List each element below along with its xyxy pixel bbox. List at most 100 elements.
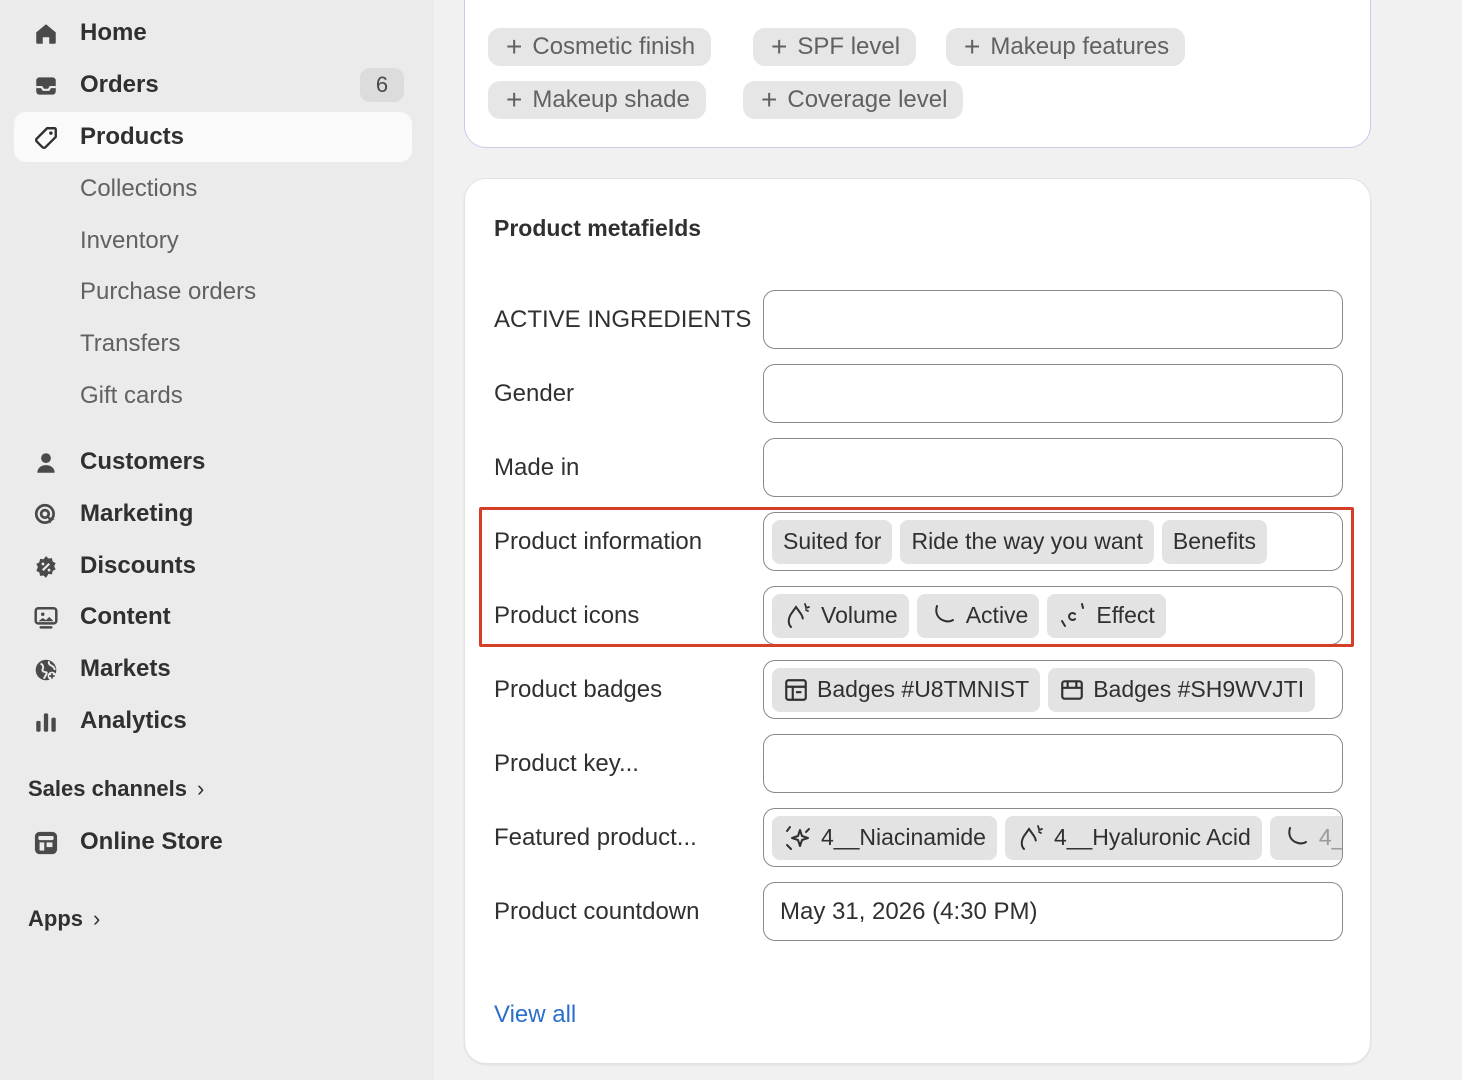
add-cosmetic-finish-chip[interactable]: + Cosmetic finish — [488, 28, 712, 66]
nav-content[interactable]: Content — [14, 592, 412, 642]
nav-customers-label: Customers — [80, 448, 206, 475]
tag-label: Volume — [821, 602, 898, 628]
tag-label: 4__ — [1318, 824, 1342, 850]
tag-label: Effect — [1096, 602, 1155, 628]
plus-icon: + — [771, 31, 788, 62]
reference-tag[interactable]: Suited for — [772, 519, 893, 564]
metafield-label: Made in — [494, 454, 580, 481]
orders-count-badge: 6 — [360, 68, 404, 102]
product-countdown-field[interactable]: May 31, 2026 (4:30 PM) — [763, 882, 1343, 941]
nav-orders-label: Orders — [80, 71, 159, 98]
reference-tag[interactable]: Effect — [1047, 593, 1166, 638]
volume-icon — [787, 602, 810, 628]
add-makeup-features-chip[interactable]: + Makeup features — [946, 28, 1186, 66]
chip-label: Cosmetic finish — [532, 33, 696, 60]
add-makeup-shade-chip[interactable]: + Makeup shade — [488, 81, 706, 119]
tag-label: Badges #U8TMNIST — [817, 676, 1030, 702]
metafield-label: Product badges — [494, 676, 663, 703]
nav-marketing-label: Marketing — [80, 500, 194, 527]
featured-product-field[interactable]: 4__Niacinamide 4__Hyaluronic Acid 4__ — [763, 808, 1343, 867]
plus-icon: + — [506, 31, 523, 62]
sidebar: Home Orders 6 Products Collections Inven… — [0, 0, 434, 1080]
monitor-icon — [32, 604, 60, 632]
reference-tag[interactable]: 4__Niacinamide — [772, 815, 997, 860]
nav-analytics[interactable]: Analytics — [14, 696, 412, 746]
nav-gift-cards[interactable]: Gift cards — [14, 371, 412, 421]
nav-online-store[interactable]: Online Store — [14, 817, 412, 867]
reference-tag[interactable]: Ride the way you want — [900, 519, 1154, 564]
nav-markets-label: Markets — [80, 655, 171, 682]
reference-tag[interactable]: 4__Hyaluronic Acid — [1004, 815, 1262, 860]
nav-gift-cards-label: Gift cards — [80, 382, 183, 409]
add-coverage-level-chip[interactable]: + Coverage level — [743, 81, 964, 119]
sales-channels-heading[interactable]: Sales channels › — [28, 776, 204, 802]
reference-tag[interactable]: Benefits — [1161, 519, 1267, 564]
nav-home[interactable]: Home — [14, 8, 412, 58]
product-icons-field[interactable]: Volume Active Effect — [763, 586, 1343, 645]
metafield-label: ACTIVE INGREDIENTS — [494, 306, 752, 333]
nav-inventory[interactable]: Inventory — [14, 216, 412, 266]
nav-products[interactable]: Products — [14, 112, 412, 162]
sales-channels-label: Sales channels — [28, 776, 187, 801]
reference-tag[interactable]: 4__ — [1269, 815, 1342, 860]
globe-icon — [32, 656, 60, 684]
gender-field[interactable] — [763, 364, 1343, 423]
tag-icon — [32, 124, 60, 152]
file-table-icon — [785, 678, 807, 701]
nav-discounts-label: Discounts — [80, 552, 197, 579]
reference-tag[interactable]: Badges #SH9WVJTI — [1048, 667, 1316, 712]
bar-chart-icon — [32, 708, 60, 736]
nav-marketing[interactable]: Marketing — [14, 489, 412, 539]
nav-transfers-label: Transfers — [80, 330, 181, 357]
store-icon — [32, 829, 60, 857]
tag-label: Active — [965, 602, 1029, 628]
chip-label: Coverage level — [787, 86, 948, 113]
card-title: Product metafields — [494, 215, 702, 241]
tag-label: 4__Niacinamide — [821, 824, 986, 850]
made-in-field[interactable] — [763, 438, 1343, 497]
nav-customers[interactable]: Customers — [14, 437, 412, 487]
tag-label: 4__Hyaluronic Acid — [1053, 824, 1251, 850]
plus-icon: + — [964, 31, 981, 62]
reference-tag[interactable]: Volume — [772, 593, 909, 638]
nav-transfers[interactable]: Transfers — [14, 319, 412, 369]
chip-label: SPF level — [797, 33, 901, 60]
apps-heading[interactable]: Apps › — [28, 906, 100, 932]
nav-collections-label: Collections — [80, 175, 198, 202]
nav-markets[interactable]: Markets — [14, 644, 412, 694]
nav-discounts[interactable]: Discounts — [14, 541, 412, 591]
product-metafields-card: Product metafields ACTIVE INGREDIENTS Ge… — [464, 178, 1371, 1064]
chip-label: Makeup shade — [532, 86, 690, 113]
nav-purchase-orders-label: Purchase orders — [80, 278, 257, 305]
home-icon — [32, 20, 60, 48]
nav-purchase-orders[interactable]: Purchase orders — [14, 267, 412, 317]
chevron-right-icon: › — [196, 776, 205, 801]
metafield-label: Product icons — [494, 602, 640, 629]
nav-inventory-label: Inventory — [80, 227, 179, 254]
active-ingredients-field[interactable] — [763, 290, 1343, 349]
product-information-field[interactable]: Suited for Ride the way you want Benefit… — [763, 512, 1343, 571]
nav-collections[interactable]: Collections — [14, 164, 412, 214]
view-all-link[interactable]: View all — [494, 1001, 576, 1029]
metafield-label: Featured product... — [494, 824, 697, 851]
person-icon — [32, 449, 60, 477]
category-metafields-card: + Cosmetic finish + SPF level + Makeup f… — [464, 0, 1371, 148]
nav-online-store-label: Online Store — [80, 828, 223, 855]
nav-analytics-label: Analytics — [80, 707, 187, 734]
nav-content-label: Content — [80, 603, 171, 630]
add-spf-level-chip[interactable]: + SPF level — [753, 28, 917, 66]
reference-tag[interactable]: Active — [916, 593, 1040, 638]
chevron-right-icon: › — [93, 906, 101, 931]
tag-label: Badges #SH9WVJTI — [1093, 676, 1305, 702]
product-badges-field[interactable]: Badges #U8TMNIST Badges #SH9WVJTI — [763, 660, 1343, 719]
metafield-label: Gender — [494, 380, 575, 407]
nav-orders[interactable]: Orders 6 — [14, 60, 412, 110]
nav-products-label: Products — [80, 123, 185, 150]
sparkle-icon — [786, 825, 810, 850]
inbox-icon — [32, 72, 60, 100]
active-icon — [935, 604, 954, 622]
reference-tag[interactable]: Badges #U8TMNIST — [772, 667, 1041, 712]
plus-icon: + — [506, 84, 523, 115]
effect-icon — [1061, 602, 1085, 627]
product-key-field[interactable] — [763, 734, 1343, 793]
